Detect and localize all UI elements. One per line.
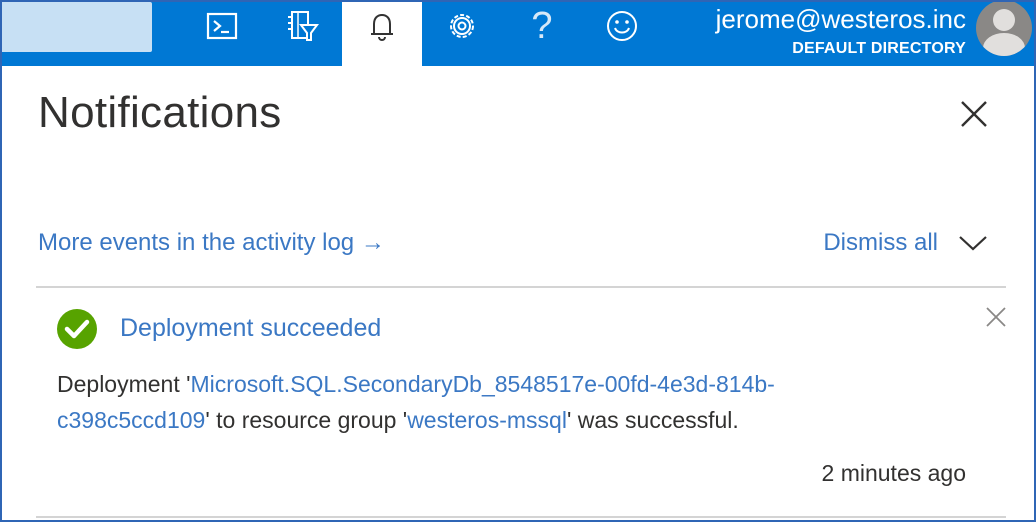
notification-title[interactable]: Deployment succeeded <box>120 314 381 343</box>
user-email: jerome@westeros.inc <box>715 4 966 34</box>
resource-group-link[interactable]: westeros-mssql <box>407 407 567 433</box>
message-prefix: Deployment ' <box>57 371 191 397</box>
directory-filter-icon <box>288 11 319 41</box>
activity-log-link[interactable]: More events in the activity log → <box>38 229 385 257</box>
dismiss-notification-icon[interactable] <box>984 305 1008 329</box>
cloud-shell-icon <box>206 12 238 40</box>
avatar-head <box>993 9 1015 31</box>
notifications-button[interactable] <box>342 0 422 66</box>
gear-icon <box>450 14 474 38</box>
page-title: Notifications <box>38 88 282 137</box>
message-suffix: ' was successful. <box>566 407 739 433</box>
smiley-icon <box>607 11 637 41</box>
settings-button[interactable] <box>422 0 502 52</box>
message-middle: ' to resource group ' <box>205 407 408 433</box>
close-icon[interactable] <box>954 94 994 134</box>
dismiss-all-button[interactable]: Dismiss all <box>823 229 988 257</box>
avatar-body <box>983 33 1025 56</box>
chevron-down-icon[interactable] <box>958 233 988 253</box>
directory-filter-button[interactable] <box>262 0 342 52</box>
notification-message: Deployment 'Microsoft.SQL.SecondaryDb_85… <box>57 366 887 438</box>
search-box[interactable] <box>2 2 152 52</box>
success-check-icon <box>57 309 97 349</box>
top-bar: ? jerome@westeros.inc DEFAULT DIRECTORY <box>0 0 1036 66</box>
dismiss-all-label: Dismiss all <box>823 229 938 256</box>
divider <box>36 286 1006 288</box>
cloud-shell-button[interactable] <box>182 0 262 52</box>
bell-icon <box>371 13 393 42</box>
window-frame <box>0 0 1036 522</box>
notification-timestamp: 2 minutes ago <box>821 460 966 486</box>
help-button[interactable]: ? <box>502 0 582 52</box>
feedback-button[interactable] <box>582 0 662 52</box>
account-menu[interactable]: jerome@westeros.inc DEFAULT DIRECTORY <box>716 2 966 60</box>
avatar[interactable] <box>976 0 1032 56</box>
user-directory: DEFAULT DIRECTORY <box>792 40 966 57</box>
divider <box>36 516 1006 518</box>
help-icon: ? <box>531 5 553 47</box>
